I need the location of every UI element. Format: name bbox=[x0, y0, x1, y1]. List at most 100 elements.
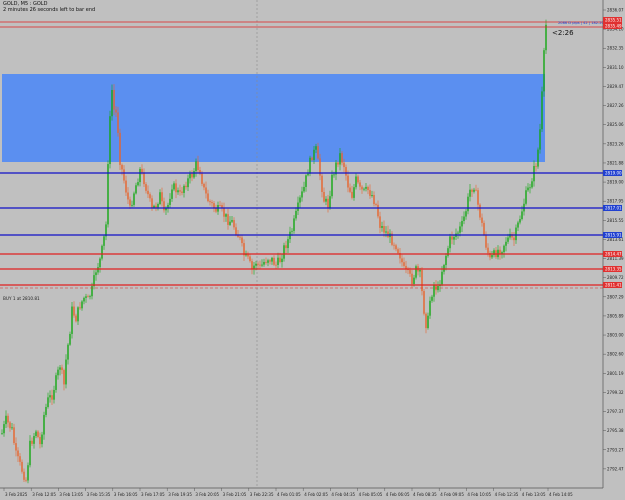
price-tick-label: 2821.88 bbox=[607, 160, 624, 165]
candle-body bbox=[331, 174, 333, 197]
candle-body bbox=[393, 244, 395, 246]
supply-zone-rect[interactable] bbox=[2, 74, 545, 162]
candle-body bbox=[13, 427, 15, 444]
buy-label: BUY 1 at 2810.81 bbox=[3, 296, 40, 301]
time-tick-label: 4 Feb 09:05 bbox=[440, 492, 464, 497]
candle-body bbox=[165, 208, 167, 211]
candle-body bbox=[227, 214, 229, 225]
candle-body bbox=[155, 205, 157, 208]
candle-body bbox=[131, 204, 133, 206]
time-axis[interactable]: 3 Feb 2025 3 Feb 12:05 3 Feb 13:05 3 Feb 15… bbox=[3, 488, 573, 497]
price-tick-label: 2805.89 bbox=[607, 313, 624, 318]
candle-body bbox=[97, 267, 99, 273]
candle-body bbox=[431, 296, 433, 301]
candle-body bbox=[463, 216, 465, 221]
candle-body bbox=[449, 236, 451, 249]
candle-body bbox=[491, 255, 493, 258]
price-axis[interactable]: 2836.072834.102832.352831.102829.472827.… bbox=[603, 8, 624, 472]
candle-body bbox=[119, 132, 121, 165]
candle-body bbox=[219, 205, 221, 206]
candle-body bbox=[31, 440, 33, 444]
candle-body bbox=[327, 198, 329, 208]
candle-body bbox=[349, 187, 351, 192]
price-tick-label: 2809.72 bbox=[607, 275, 624, 280]
price-level-badge-text: 2815.91 bbox=[605, 233, 622, 238]
time-tick-label: 4 Feb 12:35 bbox=[495, 492, 519, 497]
candle-body bbox=[21, 461, 23, 472]
candle-body bbox=[51, 395, 53, 400]
candle-body bbox=[123, 169, 125, 181]
candle-body bbox=[535, 166, 537, 167]
price-level-badge-text: 2811.41 bbox=[605, 283, 622, 288]
candle-body bbox=[259, 264, 261, 266]
candle-body bbox=[5, 415, 7, 425]
candle-body bbox=[401, 258, 403, 263]
candle-body bbox=[273, 257, 275, 265]
price-tick-label: 2792.47 bbox=[607, 466, 624, 471]
candle-body bbox=[169, 198, 171, 205]
candle-body bbox=[313, 149, 315, 160]
candle-body bbox=[163, 201, 165, 211]
candle-body bbox=[153, 205, 155, 208]
candle-body bbox=[103, 236, 105, 246]
candle-body bbox=[175, 183, 177, 193]
time-tick-label: 4 Feb 04:35 bbox=[331, 492, 355, 497]
candle-body bbox=[517, 222, 519, 228]
candle-body bbox=[383, 226, 385, 233]
candle-body bbox=[361, 186, 363, 190]
price-chart[interactable]: BUY 1 at 2810.81 2086 D pips | 42 | 182.… bbox=[0, 0, 625, 500]
price-tick-label: 2832.35 bbox=[607, 46, 624, 51]
candle-body bbox=[337, 162, 339, 165]
candle-body bbox=[375, 204, 377, 205]
candle-body bbox=[315, 146, 317, 150]
candle-body bbox=[181, 191, 183, 193]
candle-body bbox=[95, 272, 97, 276]
price-tick-label: 2819.00 bbox=[607, 180, 624, 185]
chart-background bbox=[0, 0, 603, 488]
candle-body bbox=[293, 218, 295, 231]
candle-body bbox=[255, 263, 257, 266]
candle-body bbox=[223, 208, 225, 217]
candle-body bbox=[301, 191, 303, 198]
time-tick-label: 3 Feb 12:05 bbox=[32, 492, 56, 497]
candle-body bbox=[409, 270, 411, 274]
candle-body bbox=[129, 199, 131, 206]
candle-body bbox=[397, 249, 399, 253]
candle-body bbox=[271, 257, 273, 262]
candle-body bbox=[303, 186, 305, 192]
price-level-badge-text: 2835.49 bbox=[605, 24, 622, 29]
countdown-label: <2:26 bbox=[552, 29, 574, 37]
candle-body bbox=[323, 191, 325, 202]
candle-body bbox=[385, 231, 387, 233]
candle-body bbox=[135, 185, 137, 194]
candle-body bbox=[23, 471, 25, 480]
candle-body bbox=[45, 407, 47, 415]
candle-body bbox=[111, 89, 113, 117]
candle-body bbox=[343, 162, 345, 168]
time-tick-label: 4 Feb 05:05 bbox=[359, 492, 383, 497]
candle-body bbox=[339, 153, 341, 165]
candle-body bbox=[531, 181, 533, 188]
candle-body bbox=[267, 260, 269, 263]
candle-body bbox=[269, 260, 271, 262]
candle-body bbox=[11, 427, 13, 429]
candle-body bbox=[183, 185, 185, 193]
candle-body bbox=[483, 222, 485, 235]
candle-body bbox=[239, 236, 241, 238]
candle-body bbox=[161, 192, 163, 202]
candle-body bbox=[127, 192, 129, 200]
candle-body bbox=[415, 266, 417, 278]
candle-body bbox=[279, 257, 281, 263]
candle-body bbox=[25, 479, 27, 481]
candle-body bbox=[151, 198, 153, 208]
price-tick-label: 2803.00 bbox=[607, 333, 624, 338]
candle-body bbox=[353, 187, 355, 198]
candle-body bbox=[81, 301, 83, 309]
candle-body bbox=[487, 247, 489, 253]
price-level-badge-text: 2819.00 bbox=[605, 171, 622, 176]
candle-body bbox=[179, 190, 181, 192]
candle-body bbox=[363, 188, 365, 190]
candle-body bbox=[39, 437, 41, 445]
candle-body bbox=[521, 211, 523, 220]
candle-body bbox=[197, 161, 199, 171]
